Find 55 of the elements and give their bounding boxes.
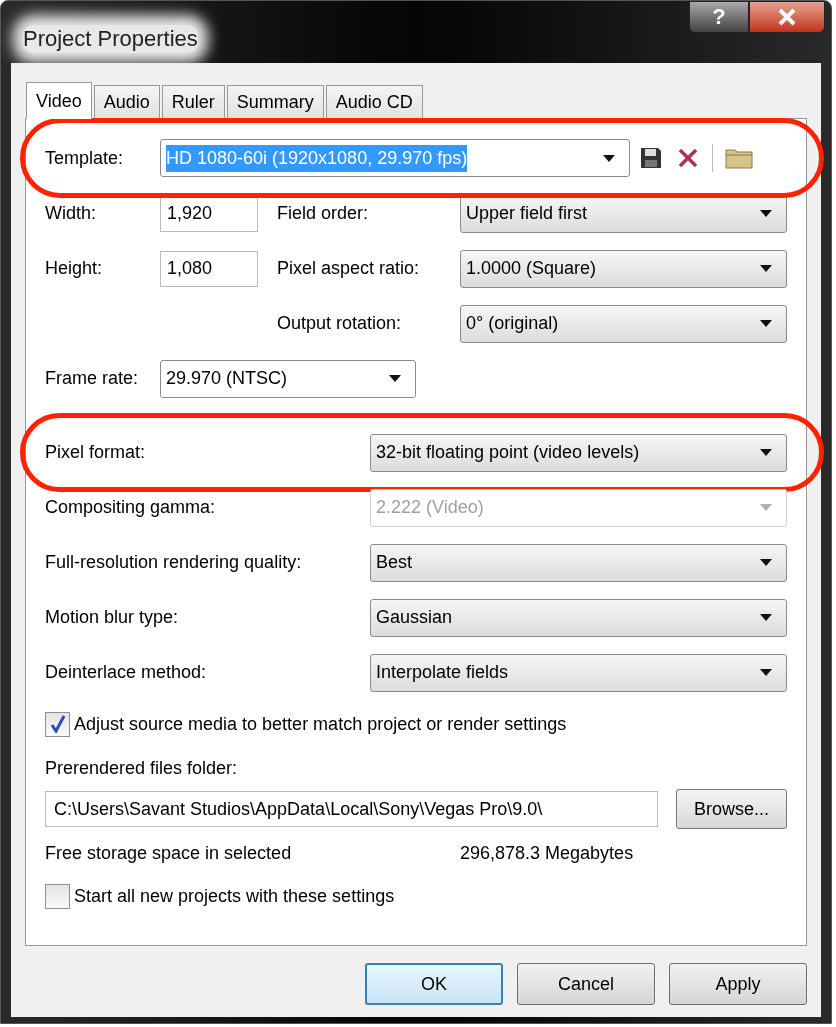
dropdown[interactable]: 0° (original) — [460, 304, 787, 343]
help-button[interactable]: ? — [689, 1, 749, 33]
tab[interactable]: Audio — [93, 85, 160, 118]
field-label: Height: — [45, 257, 104, 280]
field-label: Output rotation: — [277, 312, 403, 335]
dropdown[interactable]: 29.970 (NTSC) — [160, 359, 416, 398]
dropdown[interactable]: 1.0000 (Square) — [460, 249, 787, 288]
checkbox-label: Start all new projects with these settings — [74, 884, 395, 908]
dropdown-arrow-icon — [760, 614, 772, 621]
dropdown[interactable]: Gaussian — [370, 598, 787, 637]
folder-path-field[interactable]: C:\Users\Savant Studios\AppData\Local\Sony\Vegas Pro\9.0\ — [45, 791, 658, 827]
field-label: Pixel format: — [45, 441, 147, 464]
dialog-button[interactable]: OK — [365, 963, 503, 1005]
field-label: Motion blur type: — [45, 606, 180, 629]
field-label: Frame rate: — [45, 367, 140, 390]
dropdown[interactable]: 32-bit floating point (video levels) — [370, 433, 787, 472]
window-title: Project Properties — [23, 25, 198, 53]
close-icon — [777, 8, 797, 26]
field-label: Template: — [45, 146, 125, 170]
dropdown-arrow-icon — [760, 504, 772, 511]
checkbox[interactable] — [45, 711, 70, 737]
field-label: Full-resolution rendering quality: — [45, 551, 303, 574]
field-label: Prerendered files folder: — [45, 757, 238, 780]
tab[interactable]: Summary — [226, 85, 324, 118]
browse-button[interactable]: Browse... — [676, 789, 787, 829]
dropdown-arrow-icon — [760, 559, 772, 566]
tab[interactable]: Audio CD — [325, 85, 423, 118]
field-label: Compositing gamma: — [45, 496, 217, 519]
tab[interactable]: Video — [26, 82, 92, 119]
checkbox[interactable] — [45, 883, 70, 909]
save-icon[interactable] — [640, 147, 662, 169]
dialog-button[interactable]: Apply — [669, 963, 807, 1005]
tab[interactable]: Ruler — [161, 85, 225, 118]
folder-icon[interactable] — [725, 147, 753, 169]
dropdown-arrow-icon — [760, 210, 772, 217]
dropdown-arrow-icon — [760, 265, 772, 272]
storage-value: 296,878.3 Megabytes — [460, 841, 634, 865]
dropdown-arrow-icon — [760, 669, 772, 676]
field-label: Pixel aspect ratio: — [277, 257, 421, 280]
field-label: Deinterlace method: — [45, 661, 208, 684]
checkbox-label: Adjust source media to better match project or render settings — [74, 712, 567, 736]
number-field[interactable]: 1,080 — [160, 250, 258, 287]
checkmark-icon — [49, 715, 66, 733]
dropdown-arrow-icon — [603, 154, 615, 162]
field-label: Width: — [45, 202, 97, 225]
dropdown-arrow-icon — [760, 320, 772, 327]
field-label: Field order: — [277, 202, 370, 225]
dropdown[interactable]: Best — [370, 543, 787, 582]
delete-icon[interactable] — [678, 148, 698, 168]
close-button[interactable] — [749, 1, 825, 33]
dropdown-arrow-icon — [760, 449, 772, 456]
dialog-button[interactable]: Cancel — [517, 963, 655, 1005]
dropdown-arrow-icon — [389, 375, 401, 382]
dropdown[interactable]: Interpolate fields — [370, 653, 787, 692]
info-label: Free storage space in selected — [45, 841, 293, 865]
